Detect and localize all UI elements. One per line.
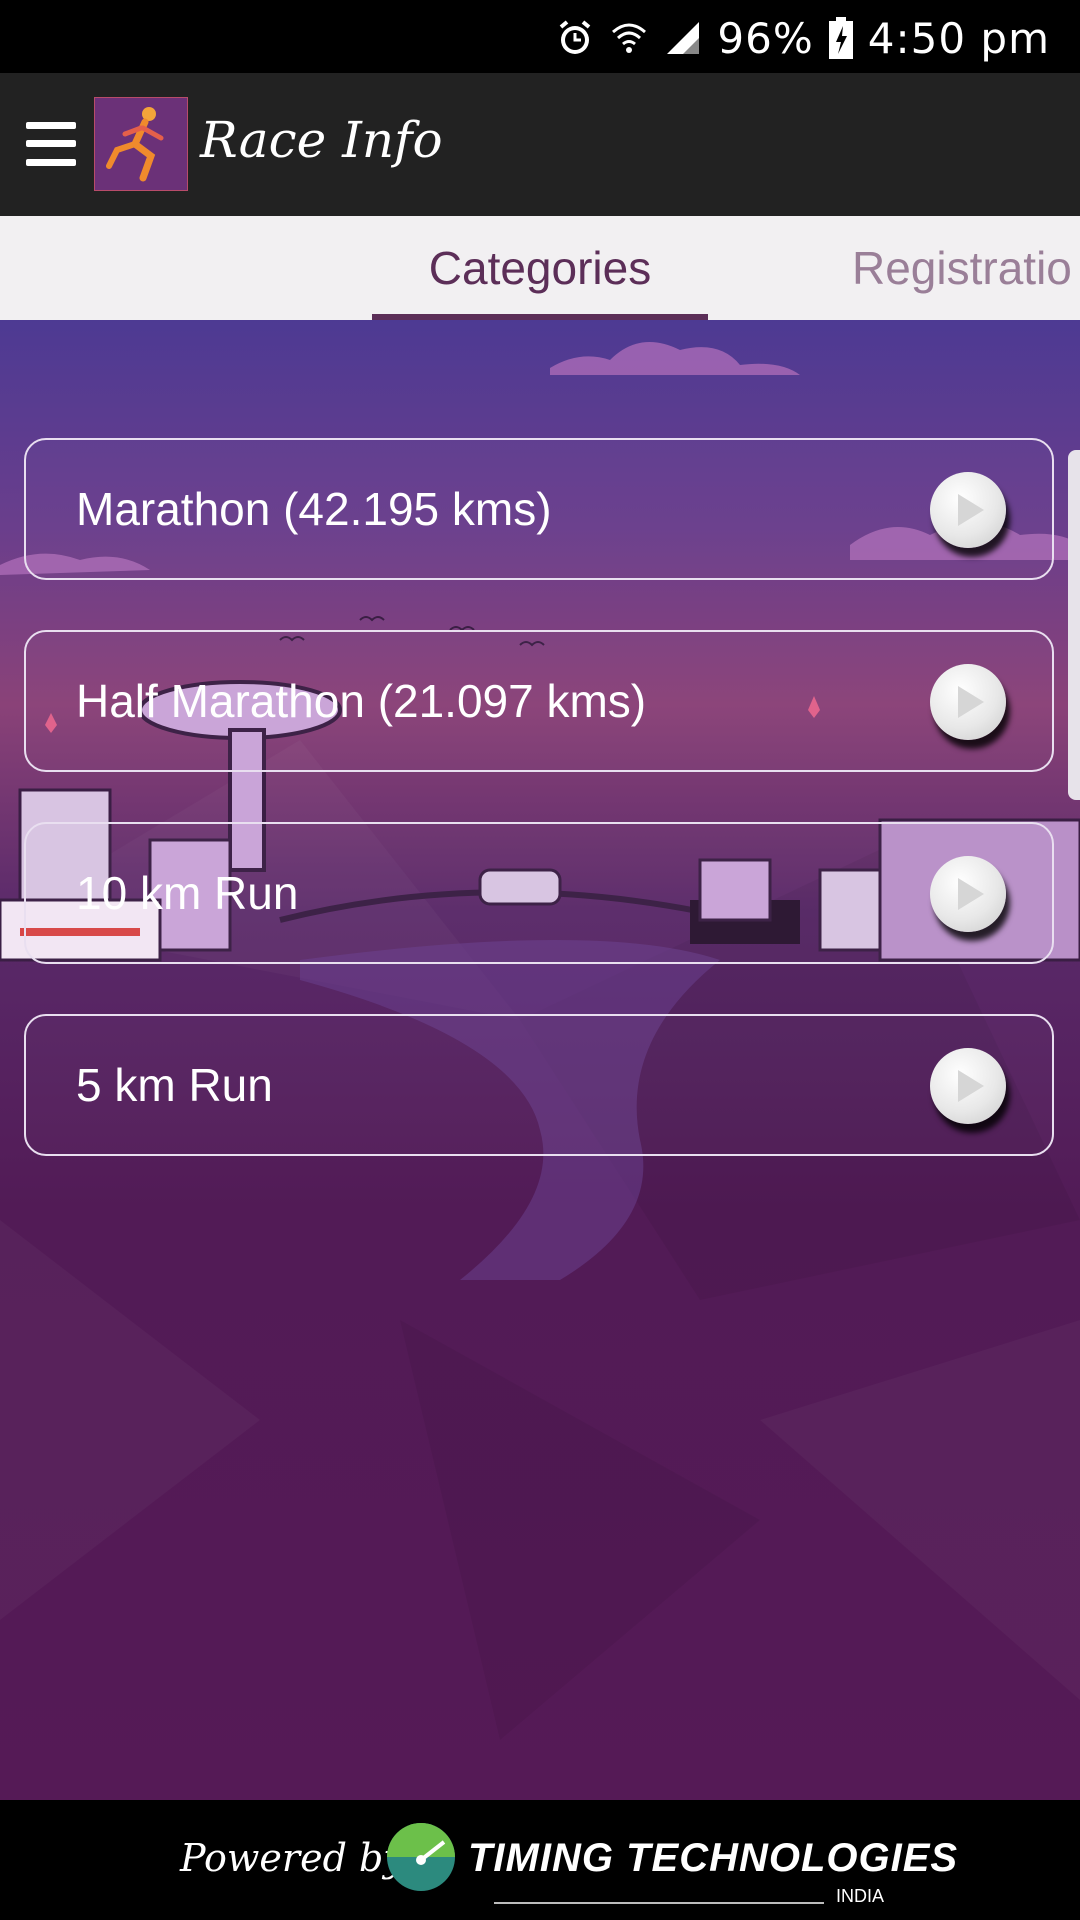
app-bar: Race Info	[0, 73, 1080, 216]
category-card-10km[interactable]: 10 km Run	[24, 822, 1054, 964]
category-card-marathon[interactable]: Marathon (42.195 kms)	[24, 438, 1054, 580]
categories-panel: Marathon (42.195 kms) Half Marathon (21.…	[0, 320, 1080, 1800]
wifi-icon	[612, 23, 647, 53]
scroll-indicator[interactable]	[1068, 450, 1080, 800]
tab-categories[interactable]: Categories	[372, 216, 708, 320]
signal-icon	[667, 22, 700, 54]
category-card-5km[interactable]: 5 km Run	[24, 1014, 1054, 1156]
alarm-icon	[560, 20, 591, 54]
page-title: Race Info	[200, 111, 443, 169]
category-label: 5 km Run	[76, 1059, 273, 1111]
category-label: Marathon (42.195 kms)	[76, 483, 552, 535]
runner-logo-icon	[94, 97, 188, 191]
timing-technologies-logo-icon	[387, 1823, 455, 1891]
brand-country: INDIA	[836, 1886, 885, 1906]
status-icons: 96% 4:50 pm	[555, 10, 1050, 66]
footer: Powered by TIMING TECHNOLOGIES INDIA	[0, 1800, 1080, 1920]
play-arrow-icon[interactable]	[930, 856, 1006, 932]
category-card-half-marathon[interactable]: Half Marathon (21.097 kms)	[24, 630, 1054, 772]
category-label: Half Marathon (21.097 kms)	[76, 675, 647, 727]
brand-underline	[494, 1902, 824, 1904]
tab-bar: Categories Registratio	[0, 216, 1080, 320]
clock: 4:50 pm	[867, 13, 1050, 63]
play-arrow-icon[interactable]	[930, 472, 1006, 548]
brand-name: TIMING TECHNOLOGIES	[468, 1836, 959, 1880]
battery-percent: 96%	[717, 13, 814, 63]
category-label: 10 km Run	[76, 867, 299, 919]
play-arrow-icon[interactable]	[930, 664, 1006, 740]
hamburger-menu-icon[interactable]	[26, 122, 76, 166]
status-bar: 96% 4:50 pm	[0, 0, 1080, 73]
powered-by-label: Powered by	[180, 1836, 405, 1880]
play-arrow-icon[interactable]	[930, 1048, 1006, 1124]
tab-registration[interactable]: Registratio	[852, 216, 1072, 320]
battery-charging-icon	[828, 17, 853, 59]
